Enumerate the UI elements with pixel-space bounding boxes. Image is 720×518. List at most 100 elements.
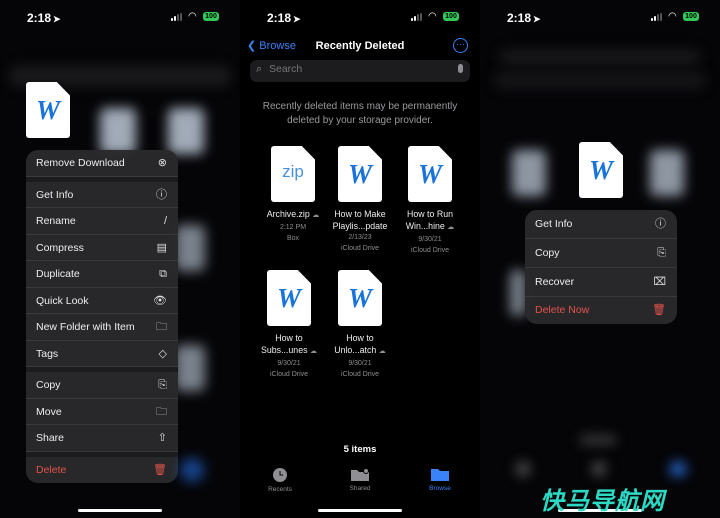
navigation-bar: ❮ Browse Recently Deleted ··· — [240, 36, 480, 58]
clock: 2:18 ➤ — [27, 11, 61, 25]
file-location: iCloud Drive — [340, 371, 380, 378]
cellular-signal-icon — [411, 13, 424, 21]
trash-icon: 🗑 — [153, 463, 167, 476]
tab-recents[interactable]: Recents — [250, 468, 310, 493]
zip-file-icon: zip — [271, 146, 315, 202]
home-indicator — [318, 509, 402, 512]
menu-item-rename[interactable]: Rename / — [26, 208, 178, 235]
menu-item-recover[interactable]: Recover ⌧ — [525, 268, 677, 297]
blurred-nav-bar — [500, 50, 700, 64]
file-item-how-to-subscribe[interactable]: W How to Subs...unes ☁ 9/30/21 iCloud Dr… — [254, 270, 324, 380]
file-item-how-to-unlock[interactable]: W How to Unlo...atch ☁ 9/30/21 iCloud Dr… — [325, 270, 395, 380]
wifi-icon: ◠ — [428, 11, 437, 22]
file-location: iCloud Drive — [269, 371, 309, 378]
info-icon: ⓘ — [655, 218, 666, 230]
cellular-signal-icon — [651, 13, 664, 21]
copy-icon: ⎘ — [657, 247, 666, 259]
file-item-archive-zip[interactable]: zip Archive.zip ☁ 2:12 PM Box — [258, 146, 328, 244]
blurred-file — [175, 225, 205, 271]
archive-box-icon: ▤ — [156, 241, 167, 254]
menu-item-tags[interactable]: Tags ◇ — [26, 341, 178, 367]
duplicate-icon: ⧉ — [159, 268, 167, 280]
blurred-file — [175, 345, 205, 391]
word-file-icon: W — [338, 270, 382, 326]
word-file-icon: W — [267, 270, 311, 326]
file-item-how-to-make-playlist[interactable]: W How to Make Playlis...pdate 2/13/23 iC… — [325, 146, 395, 254]
watermark: 快马导航网 — [540, 487, 665, 515]
deletion-notice: Recently deleted items may be permanentl… — [262, 101, 458, 126]
deleted-file-context-menu: Get Info ⓘ Copy ⎘ Recover ⌧ Delete Now 🗑 — [525, 210, 677, 324]
menu-item-remove-download[interactable]: Remove Download ⊗ — [26, 150, 178, 177]
menu-item-compress[interactable]: Compress ▤ — [26, 235, 178, 261]
blurred-tab — [592, 462, 606, 476]
blurred-tab — [516, 462, 530, 476]
clock-icon — [273, 468, 287, 482]
status-bar: 2:18 ➤ ◠ 100 — [240, 0, 480, 36]
location-arrow-icon: ➤ — [533, 14, 541, 24]
tab-browse[interactable]: Browse — [410, 468, 470, 492]
tab-shared[interactable]: Shared — [330, 468, 390, 492]
file-location: Box — [286, 235, 300, 242]
menu-item-get-info[interactable]: Get Info ⓘ — [26, 182, 178, 208]
shared-folder-icon — [351, 468, 369, 481]
cloud-icon: ☁ — [378, 348, 386, 355]
pencil-icon: / — [163, 215, 167, 227]
file-context-menu: Remove Download ⊗ Get Info ⓘ Rename / Compr… — [26, 150, 178, 483]
word-file-icon: W — [408, 146, 452, 202]
menu-item-quick-look[interactable]: Quick Look 👁 — [26, 288, 178, 314]
selected-word-file-icon[interactable]: W — [26, 82, 70, 138]
recover-trash-icon: ⌧ — [653, 276, 666, 288]
file-location: iCloud Drive — [340, 245, 380, 252]
info-icon: ⓘ — [156, 188, 167, 201]
remove-download-icon: ⊗ — [157, 157, 167, 169]
selected-word-file-icon[interactable]: W — [579, 142, 623, 198]
eye-icon: 👁 — [153, 294, 167, 307]
menu-item-move[interactable]: Move 🗀 — [26, 399, 178, 425]
battery-icon: 100 — [683, 12, 699, 21]
status-bar: 2:18 ➤ ◠ 100 — [480, 0, 720, 36]
menu-item-share[interactable]: Share ⇧ — [26, 425, 178, 452]
blurred-search-bar — [495, 72, 705, 88]
file-date: 2/13/23 — [348, 234, 372, 241]
wifi-icon: ◠ — [188, 11, 197, 22]
menu-item-delete-now[interactable]: Delete Now 🗑 — [525, 297, 677, 324]
location-arrow-icon: ➤ — [53, 14, 61, 24]
tag-icon: ◇ — [158, 347, 167, 360]
menu-item-duplicate[interactable]: Duplicate ⧉ — [26, 261, 178, 288]
blurred-file — [510, 270, 526, 316]
file-date: 9/30/21 — [277, 360, 301, 367]
menu-item-copy[interactable]: Copy ⎘ — [26, 372, 178, 399]
file-date: 2:12 PM — [279, 224, 307, 231]
battery-icon: 100 — [443, 12, 459, 21]
blurred-item-count — [580, 436, 616, 444]
file-date: 9/30/21 — [348, 360, 372, 367]
microphone-icon[interactable] — [458, 64, 463, 73]
cloud-icon: ☁ — [309, 348, 317, 355]
blurred-file — [100, 108, 136, 154]
phone-panel-context-menu: 2:18 ➤ ◠ 100 W Remove Download ⊗ Get Info ⓘ… — [0, 0, 240, 518]
folder-badge-plus-icon: 🗀 — [156, 321, 167, 333]
menu-item-new-folder-with-item[interactable]: New Folder with Item 🗀 — [26, 314, 178, 341]
location-arrow-icon: ➤ — [293, 14, 301, 24]
trash-icon: 🗑 — [652, 304, 666, 316]
folder-icon — [431, 469, 449, 481]
file-item-how-to-run-windows[interactable]: W How to Run Win...hine ☁ 9/30/21 iCloud… — [395, 146, 465, 256]
folder-icon: 🗀 — [156, 405, 167, 418]
menu-item-copy[interactable]: Copy ⎘ — [525, 239, 677, 268]
search-bar: ⌕ — [250, 60, 470, 82]
blurred-file — [168, 108, 204, 154]
menu-item-get-info[interactable]: Get Info ⓘ — [525, 210, 677, 239]
phone-panel-recover-menu: 2:18 ➤ ◠ 100 W Get Info ⓘ Copy ⎘ Recover ⌧ D… — [480, 0, 720, 518]
clock: 2:18 ➤ — [507, 11, 541, 25]
more-options-button[interactable]: ··· — [453, 38, 468, 53]
item-count: 5 items — [343, 444, 377, 455]
battery-icon: 100 — [203, 12, 219, 21]
wifi-icon: ◠ — [668, 11, 677, 22]
search-input[interactable] — [269, 63, 439, 75]
blurred-file — [512, 150, 546, 196]
menu-item-delete[interactable]: Delete 🗑 — [26, 457, 178, 484]
page-title: Recently Deleted — [315, 40, 405, 52]
file-date: 9/30/21 — [418, 236, 442, 243]
clock: 2:18 ➤ — [267, 11, 301, 25]
blurred-browse-tab — [180, 458, 204, 482]
